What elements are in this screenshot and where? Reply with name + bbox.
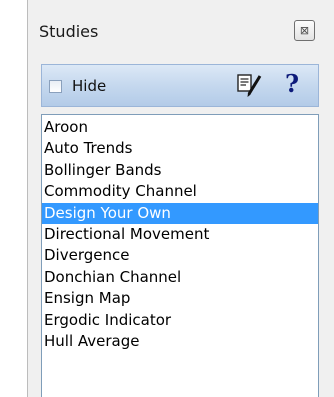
hide-label: Hide (72, 77, 107, 95)
close-icon: ⊠ (299, 24, 310, 37)
studies-toolbar: Hide ? (41, 64, 319, 107)
studies-list[interactable]: Aroon Auto Trends Bollinger Bands Commodity… (41, 114, 319, 397)
list-item[interactable]: Directional Movement (42, 224, 318, 245)
studies-panel: Studies ⊠ Hide ? Aroon Auto Trends Bolling… (27, 0, 334, 397)
help-icon[interactable]: ? (281, 70, 303, 98)
hide-checkbox[interactable] (49, 79, 62, 93)
list-item[interactable]: Bollinger Bands (42, 160, 318, 181)
panel-title: Studies (39, 22, 99, 41)
studies-list-items: Aroon Auto Trends Bollinger Bands Commodity… (42, 115, 318, 352)
list-item[interactable]: Aroon (42, 117, 318, 138)
hide-checkbox-control[interactable]: Hide (49, 77, 106, 95)
list-item[interactable]: Hull Average (42, 331, 318, 352)
list-item[interactable]: Auto Trends (42, 138, 318, 159)
list-item[interactable]: Design Your Own (42, 202, 318, 224)
list-item[interactable]: Commodity Channel (42, 181, 318, 202)
list-item[interactable]: Ergodic Indicator (42, 310, 318, 331)
edit-pencil-icon[interactable] (237, 74, 263, 98)
list-item[interactable]: Ensign Map (42, 288, 318, 309)
list-item[interactable]: Divergence (42, 245, 318, 266)
list-item[interactable]: Donchian Channel (42, 267, 318, 288)
close-button[interactable]: ⊠ (294, 20, 315, 41)
